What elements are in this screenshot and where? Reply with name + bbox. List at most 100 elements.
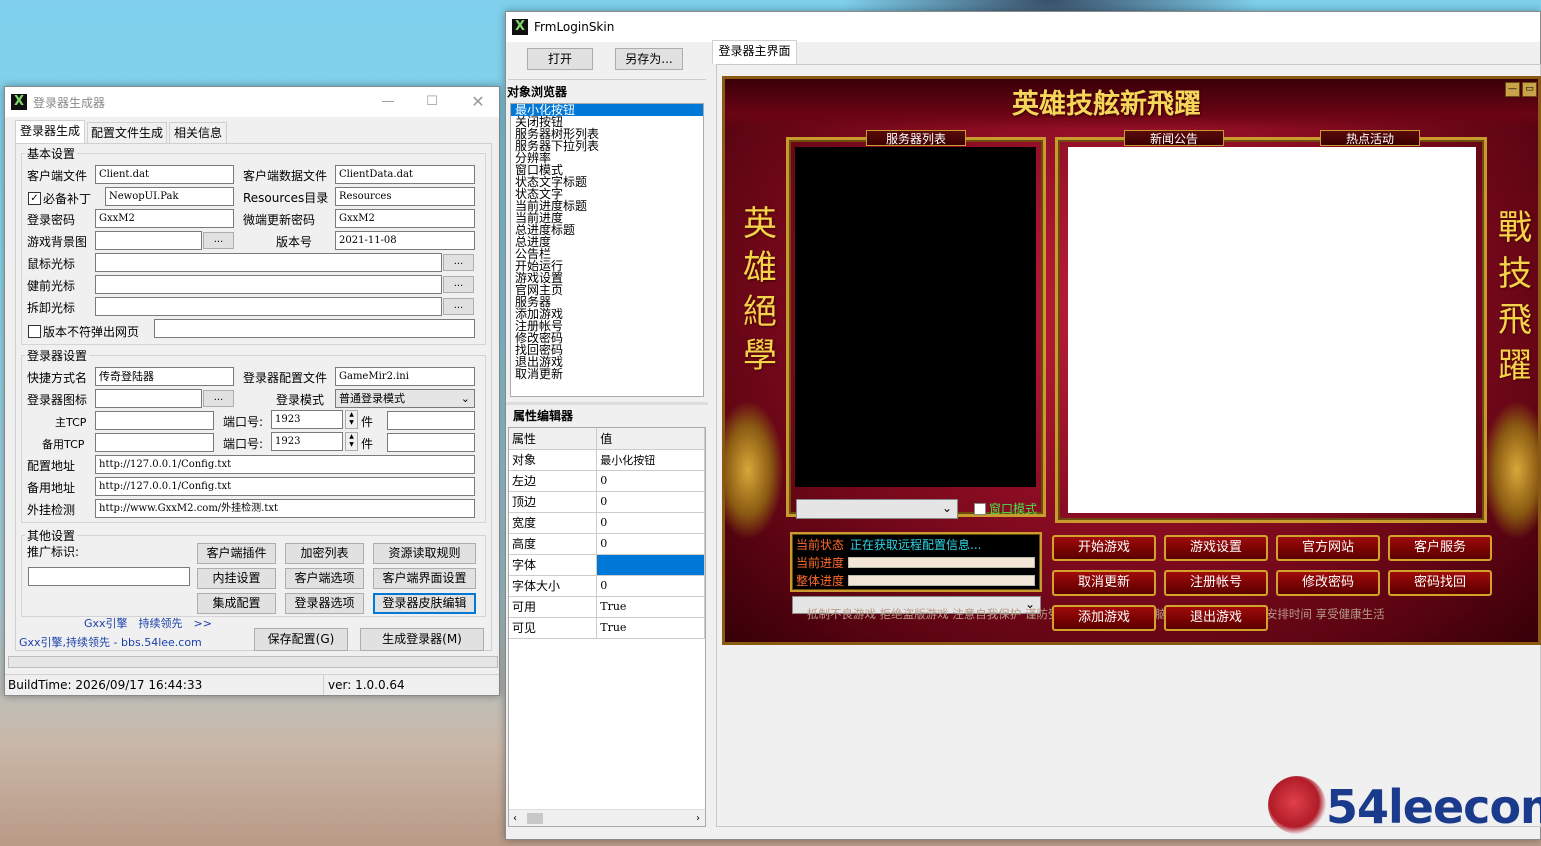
property-table[interactable]: 属性值对象 最小化按钮 左边 0 顶边 0 宽度 0 高度 0 字体 字体大小 0 可用 True 可见 Tru… <box>509 428 705 639</box>
port1-spinner[interactable]: ▲ ▼ <box>345 410 358 429</box>
property-row[interactable]: 宽度 0 <box>509 512 705 534</box>
tab-about[interactable]: 相关信息 <box>169 122 227 144</box>
customer-service-button[interactable]: 客户服务 <box>1388 535 1492 561</box>
change-password-button[interactable]: 修改密码 <box>1276 570 1380 596</box>
maximize-button[interactable]: ☐ <box>409 87 455 117</box>
recover-password-button[interactable]: 密码找回 <box>1388 570 1492 596</box>
background-input[interactable] <box>95 231 202 250</box>
version-mismatch-url-input[interactable] <box>154 319 475 338</box>
unload-cursor-input[interactable] <box>95 297 442 316</box>
skin-edit-button[interactable]: 登录器皮肤编辑 <box>373 593 476 614</box>
inner-plugin-button[interactable]: 内挂设置 <box>197 568 276 589</box>
port2-spinner[interactable]: ▲ ▼ <box>345 432 358 451</box>
encrypt-list-button[interactable]: 加密列表 <box>285 543 364 564</box>
integrated-config-button[interactable]: 集成配置 <box>197 593 276 614</box>
news-area[interactable] <box>1068 147 1476 513</box>
client-data-input[interactable]: ClientData.dat <box>335 165 475 184</box>
property-row[interactable]: 可见 True <box>509 617 705 639</box>
object-tree-item[interactable]: 取消更新 <box>511 368 703 380</box>
skin-minimize-button[interactable]: — <box>1505 82 1520 97</box>
property-value[interactable]: 0 <box>596 575 705 597</box>
property-value[interactable]: True <box>596 596 705 618</box>
client-plugin-button[interactable]: 客户端插件 <box>197 543 276 564</box>
login-icon-input[interactable] <box>95 389 202 408</box>
cancel-update-button[interactable]: 取消更新 <box>1052 570 1156 596</box>
resources-input[interactable]: Resources <box>335 187 475 206</box>
login-options-button[interactable]: 登录器选项 <box>285 593 364 614</box>
scroll-left-icon[interactable]: ‹ <box>513 810 517 827</box>
scroll-thumb[interactable] <box>527 813 543 824</box>
server-dropdown[interactable]: ⌄ <box>796 499 958 519</box>
property-value[interactable]: 0 <box>596 470 705 492</box>
generate-button[interactable]: 生成登录器(M) <box>360 628 484 651</box>
property-value[interactable]: 0 <box>596 533 705 555</box>
panel-splitter[interactable] <box>506 402 708 405</box>
shortcut-input[interactable]: 传奇登陆器 <box>95 367 234 386</box>
property-value[interactable]: 最小化按钮 <box>596 449 705 471</box>
port2-input[interactable]: 1923 <box>271 432 343 451</box>
register-button[interactable]: 注册帐号 <box>1164 570 1268 596</box>
port1-input[interactable]: 1923 <box>271 410 343 429</box>
resource-rules-button[interactable]: 资源读取规则 <box>373 543 476 564</box>
start-game-button[interactable]: 开始游戏 <box>1052 535 1156 561</box>
property-row[interactable]: 字体大小 0 <box>509 575 705 597</box>
official-site-button[interactable]: 官方网站 <box>1276 535 1380 561</box>
forum-link[interactable]: Gxx引擎,持续领先 - bbs.54lee.com <box>19 636 202 650</box>
property-row[interactable]: 顶边 0 <box>509 491 705 513</box>
version-mismatch-checkbox[interactable] <box>28 325 41 338</box>
backup-address-input[interactable]: http://127.0.0.1/Config.txt <box>95 477 475 496</box>
client-options-button[interactable]: 客户端选项 <box>285 568 364 589</box>
engine-link[interactable]: Gxx引擎 持续领先 >> <box>84 617 212 631</box>
background-browse-button[interactable]: ... <box>203 232 234 249</box>
skin-close-button[interactable]: ▭ <box>1522 82 1537 97</box>
minimize-button[interactable]: — <box>365 87 411 117</box>
mouse-cursor-browse-button[interactable]: ... <box>443 254 474 271</box>
property-value[interactable]: 0 <box>596 491 705 513</box>
patch-checkbox[interactable]: ✓ <box>28 192 41 205</box>
tab-login-main[interactable]: 登录器主界面 <box>712 40 797 64</box>
client-file-input[interactable]: Client.dat <box>95 165 234 184</box>
property-row[interactable]: 字体 <box>509 554 705 576</box>
window-mode-checkbox[interactable] <box>974 503 986 515</box>
update-password-input[interactable]: GxxM2 <box>335 209 475 228</box>
login-icon-browse-button[interactable]: ... <box>203 390 234 407</box>
exit-game-button[interactable]: 退出游戏 <box>1164 605 1268 631</box>
login-password-input[interactable]: GxxM2 <box>95 209 234 228</box>
promo-input[interactable] <box>28 567 190 586</box>
config-address-input[interactable]: http://127.0.0.1/Config.txt <box>95 455 475 474</box>
object-tree[interactable]: 最小化按钮 关闭按钮 服务器树形列表 服务器下拉列表 分辨率 窗口模式 状态文字标题 状态文字… <box>510 103 704 397</box>
property-value[interactable]: True <box>596 617 705 639</box>
main-tcp-input[interactable] <box>95 411 214 430</box>
prev-cursor-input[interactable] <box>95 275 442 294</box>
version-input[interactable]: 2021-11-08 <box>335 231 475 250</box>
tab-config-file[interactable]: 配置文件生成 <box>87 122 167 144</box>
unit1-input[interactable] <box>387 411 475 430</box>
open-button[interactable]: 打开 <box>527 48 593 70</box>
unit2-input[interactable] <box>387 433 475 452</box>
save-config-button[interactable]: 保存配置(G) <box>254 628 348 651</box>
save-as-button[interactable]: 另存为... <box>615 48 683 70</box>
patch-input[interactable]: NewopUI.Pak <box>105 187 234 206</box>
tab-generate[interactable]: 登录器生成 <box>15 120 85 144</box>
login-mode-select[interactable]: 普通登录模式 ⌄ <box>335 389 475 408</box>
property-row[interactable]: 左边 0 <box>509 470 705 492</box>
property-grid[interactable]: 属性值对象 最小化按钮 左边 0 顶边 0 宽度 0 高度 0 字体 字体大小 0 可用 True 可见 Tru… <box>508 427 706 827</box>
property-value[interactable] <box>596 554 705 576</box>
property-row[interactable]: 可用 True <box>509 596 705 618</box>
property-row[interactable]: 对象 最小化按钮 <box>509 449 705 471</box>
property-scrollbar[interactable]: ‹ › <box>509 809 705 826</box>
add-game-button[interactable]: 添加游戏 <box>1052 605 1156 631</box>
client-ui-settings-button[interactable]: 客户端界面设置 <box>373 568 476 589</box>
game-settings-button[interactable]: 游戏设置 <box>1164 535 1268 561</box>
close-button[interactable]: ✕ <box>455 87 501 117</box>
unload-cursor-browse-button[interactable]: ... <box>443 298 474 315</box>
prev-cursor-browse-button[interactable]: ... <box>443 276 474 293</box>
property-value[interactable]: 0 <box>596 512 705 534</box>
backup-tcp-input[interactable] <box>95 433 214 452</box>
server-list-area[interactable] <box>795 147 1036 487</box>
config-file-input[interactable]: GameMir2.ini <box>335 367 475 386</box>
plugin-check-input[interactable]: http://www.GxxM2.com/外挂检测.txt <box>95 499 475 518</box>
mouse-cursor-input[interactable] <box>95 253 442 272</box>
scroll-right-icon[interactable]: › <box>696 810 700 827</box>
property-row[interactable]: 高度 0 <box>509 533 705 555</box>
